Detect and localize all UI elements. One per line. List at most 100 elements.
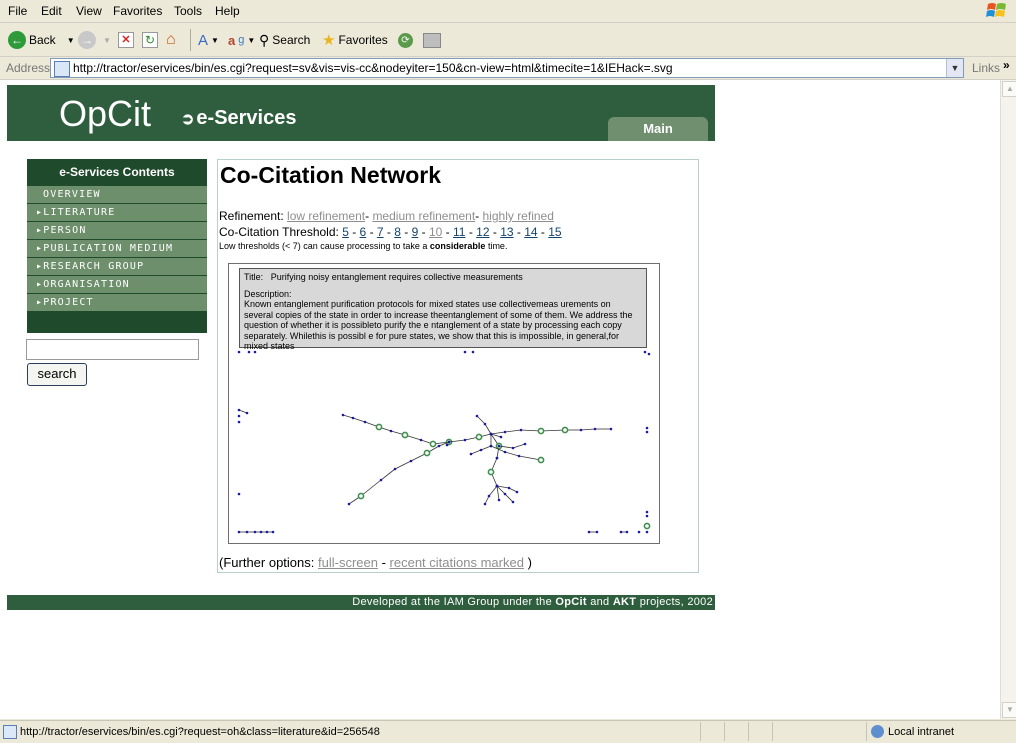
graph-node-major[interactable]: [643, 522, 651, 530]
home-button[interactable]: ⌂: [166, 29, 182, 51]
graph-node[interactable]: [489, 444, 493, 448]
graph-node[interactable]: [595, 530, 599, 534]
graph-node[interactable]: [445, 443, 449, 447]
back-button[interactable]: ← Back ▼: [8, 29, 75, 51]
graph-node[interactable]: [499, 435, 503, 439]
graph-node[interactable]: [265, 530, 269, 534]
graph-node[interactable]: [237, 350, 241, 354]
graph-node[interactable]: [497, 444, 501, 448]
graph-node[interactable]: [507, 486, 511, 490]
graph-node[interactable]: [419, 438, 423, 442]
encoding-button[interactable]: a g ▼: [228, 29, 255, 51]
graph-node[interactable]: [503, 492, 507, 496]
graph-node[interactable]: [237, 530, 241, 534]
graph-node[interactable]: [389, 429, 393, 433]
menu-view[interactable]: View: [76, 4, 102, 18]
vertical-scrollbar[interactable]: ▲ ▼: [1000, 80, 1016, 719]
search-submit-button[interactable]: search: [27, 363, 87, 386]
print-button[interactable]: [423, 29, 441, 51]
security-zone[interactable]: Local intranet: [866, 722, 1015, 741]
sidebar-item-overview[interactable]: Overview: [27, 186, 207, 203]
threshold-link-8[interactable]: 8: [394, 225, 401, 239]
threshold-link-15[interactable]: 15: [548, 225, 561, 239]
graph-node[interactable]: [645, 430, 649, 434]
favorites-button[interactable]: ★ Favorites: [322, 29, 388, 51]
graph-node[interactable]: [511, 446, 515, 450]
graph-node[interactable]: [503, 450, 507, 454]
graph-node[interactable]: [511, 500, 515, 504]
graph-node[interactable]: [341, 413, 345, 417]
graph-node[interactable]: [587, 530, 591, 534]
graph-node[interactable]: [487, 494, 491, 498]
scroll-down-icon[interactable]: ▼: [1002, 702, 1016, 718]
sidebar-item-person[interactable]: ▸Person: [27, 222, 207, 239]
sidebar-item-project[interactable]: ▸Project: [27, 294, 207, 311]
graph-node[interactable]: [519, 428, 523, 432]
graph-node[interactable]: [437, 444, 441, 448]
graph-node-major[interactable]: [423, 449, 431, 457]
graph-node[interactable]: [259, 530, 263, 534]
graph-node[interactable]: [237, 420, 241, 424]
search-input[interactable]: [26, 339, 199, 360]
graph-node[interactable]: [495, 484, 499, 488]
graph-node[interactable]: [593, 427, 597, 431]
stop-button[interactable]: ✕: [118, 29, 134, 51]
menu-help[interactable]: Help: [215, 4, 240, 18]
sidebar-item-research-group[interactable]: ▸Research Group: [27, 258, 207, 275]
links-label[interactable]: Links: [972, 61, 1000, 75]
graph-node[interactable]: [523, 442, 527, 446]
graph-node[interactable]: [271, 530, 275, 534]
graph-node[interactable]: [619, 530, 623, 534]
history-button[interactable]: ⟳: [398, 29, 413, 51]
scroll-up-icon[interactable]: ▲: [1002, 81, 1016, 97]
graph-node[interactable]: [637, 530, 641, 534]
address-url[interactable]: http://tractor/eservices/bin/es.cgi?requ…: [73, 61, 673, 75]
graph-node[interactable]: [237, 408, 241, 412]
graph-node[interactable]: [645, 530, 649, 534]
graph-node[interactable]: [351, 416, 355, 420]
sidebar-item-publication-medium[interactable]: ▸Publication Medium: [27, 240, 207, 257]
threshold-link-11[interactable]: 11: [453, 225, 465, 239]
graph-node[interactable]: [379, 478, 383, 482]
link-highly-refined[interactable]: highly refined: [483, 209, 554, 223]
threshold-link-10[interactable]: 10: [429, 225, 442, 239]
chevron-right-icon[interactable]: »: [1003, 58, 1010, 72]
graph-node-major[interactable]: [401, 431, 409, 439]
graph-node[interactable]: [517, 454, 521, 458]
graph-node[interactable]: [609, 427, 613, 431]
graph-node[interactable]: [515, 490, 519, 494]
graph-node[interactable]: [483, 422, 487, 426]
menu-favorites[interactable]: Favorites: [113, 4, 162, 18]
graph-node[interactable]: [479, 448, 483, 452]
graph-node[interactable]: [645, 510, 649, 514]
link-full-screen[interactable]: full-screen: [318, 555, 378, 570]
threshold-link-7[interactable]: 7: [377, 225, 384, 239]
graph-node[interactable]: [475, 414, 479, 418]
graph-node[interactable]: [497, 498, 501, 502]
graph-node[interactable]: [647, 352, 651, 356]
graph-node[interactable]: [393, 467, 397, 471]
refresh-button[interactable]: ↻: [142, 29, 158, 51]
graph-node-major[interactable]: [475, 433, 483, 441]
graph-node[interactable]: [347, 502, 351, 506]
graph-node[interactable]: [463, 438, 467, 442]
network-graph[interactable]: Title: Purifying noisy entanglement requ…: [228, 263, 660, 544]
sidebar-item-literature[interactable]: ▸Literature: [27, 204, 207, 221]
graph-node[interactable]: [253, 530, 257, 534]
print-options-button[interactable]: A ▼: [198, 29, 219, 51]
graph-node[interactable]: [409, 459, 413, 463]
threshold-link-12[interactable]: 12: [476, 225, 489, 239]
graph-node-major[interactable]: [487, 468, 495, 476]
graph-node[interactable]: [245, 530, 249, 534]
graph-node[interactable]: [237, 492, 241, 496]
address-dropdown-icon[interactable]: ▼: [946, 59, 963, 77]
threshold-link-14[interactable]: 14: [524, 225, 537, 239]
graph-node[interactable]: [363, 420, 367, 424]
tab-main[interactable]: Main: [608, 117, 708, 141]
graph-node-major[interactable]: [375, 423, 383, 431]
sidebar-item-organisation[interactable]: ▸Organisation: [27, 276, 207, 293]
threshold-link-13[interactable]: 13: [500, 225, 513, 239]
graph-node[interactable]: [245, 411, 249, 415]
link-low-refinement[interactable]: low refinement: [287, 209, 365, 223]
graph-node-major[interactable]: [429, 440, 437, 448]
